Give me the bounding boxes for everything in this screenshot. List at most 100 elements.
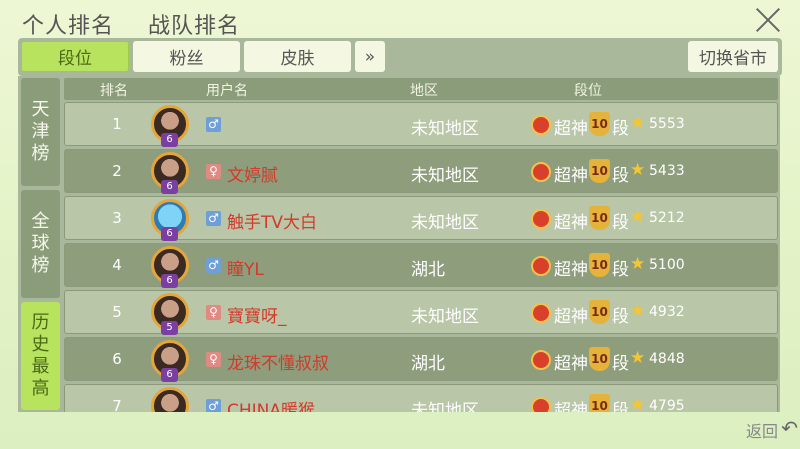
region: 未知地区	[411, 213, 479, 233]
rank-medal-icon	[531, 209, 551, 229]
table-row[interactable]: 5 5 ♀ 寶寶呀_ 未知地区 超神 10 段 ★ 4932	[64, 290, 778, 335]
rank-medal-icon	[531, 115, 551, 135]
score: 4795	[649, 398, 685, 412]
male-icon: ♂	[206, 211, 221, 226]
rank-number: 4	[112, 256, 122, 274]
star-icon: ★	[630, 395, 646, 412]
grade-name: 超神	[554, 166, 588, 186]
tab-team-ranking[interactable]: 战队排名	[148, 8, 240, 40]
back-button[interactable]: 返回	[746, 418, 778, 442]
star-icon: ★	[630, 207, 646, 227]
duan-label: 段	[612, 119, 629, 139]
region: 未知地区	[411, 307, 479, 327]
duan-label: 段	[612, 166, 629, 186]
duan-label: 段	[612, 354, 629, 374]
grade-name: 超神	[554, 401, 588, 412]
tier-shield-icon: 10	[589, 253, 610, 277]
rank-number: 5	[112, 303, 122, 321]
rank-medal-icon	[531, 397, 551, 412]
rank-medal-icon	[531, 162, 551, 182]
female-icon: ♀	[206, 305, 221, 320]
sub-tab-bar: 段位 粉丝 皮肤 » 切换省市	[18, 38, 782, 76]
rank-medal-icon	[531, 350, 551, 370]
table-row[interactable]: 3 6 ♂ 触手TV大白 未知地区 超神 10 段 ★ 5212	[64, 196, 778, 241]
score: 5433	[649, 163, 685, 179]
side-tab-global[interactable]: 全球榜	[21, 190, 60, 298]
star-icon: ★	[630, 254, 646, 274]
table-row[interactable]: 7 ♂ CHINA暖猴 未知地区 超神 10 段 ★ 4795	[64, 384, 778, 412]
duan-label: 段	[612, 307, 629, 327]
score: 5553	[649, 116, 685, 132]
duan-label: 段	[612, 260, 629, 280]
region: 未知地区	[411, 401, 479, 412]
tier-shield-icon: 10	[589, 159, 610, 183]
rank-number: 6	[112, 350, 122, 368]
score: 4932	[649, 304, 685, 320]
star-icon: ★	[630, 348, 646, 368]
duan-label: 段	[612, 401, 629, 412]
tier-shield-icon: 10	[589, 347, 610, 371]
male-icon: ♂	[206, 117, 221, 132]
male-icon: ♂	[206, 399, 221, 412]
level-badge: 6	[161, 180, 178, 194]
grade-name: 超神	[554, 307, 588, 327]
rank-medal-icon	[531, 256, 551, 276]
region: 未知地区	[411, 119, 479, 139]
switch-province-button[interactable]: 切换省市	[688, 41, 778, 72]
rank-number: 1	[112, 115, 122, 133]
username[interactable]: CHINA暖猴	[227, 396, 315, 412]
avatar[interactable]	[151, 387, 189, 412]
score: 5212	[649, 210, 685, 226]
table-row[interactable]: 1 6 ♂ 未知地区 超神 10 段 ★ 5553	[64, 102, 778, 147]
header-region: 地区	[410, 83, 438, 99]
header-user: 用户名	[206, 83, 248, 99]
star-icon: ★	[630, 113, 646, 133]
tier-shield-icon: 10	[589, 112, 610, 136]
table-row[interactable]: 2 6 ♀ 文婷腻 未知地区 超神 10 段 ★ 5433	[64, 149, 778, 194]
table-row[interactable]: 4 6 ♂ 瞳YL 湖北 超神 10 段 ★ 5100	[64, 243, 778, 288]
side-tab-history-best[interactable]: 历史最高	[21, 302, 60, 410]
username[interactable]: 龙珠不懂叔叔	[227, 349, 329, 374]
female-icon: ♀	[206, 164, 221, 179]
grade-name: 超神	[554, 260, 588, 280]
username[interactable]: 触手TV大白	[227, 208, 317, 233]
female-icon: ♀	[206, 352, 221, 367]
header-rank: 排名	[100, 83, 128, 99]
region: 湖北	[411, 260, 445, 280]
duan-label: 段	[612, 213, 629, 233]
side-tab-tianjin[interactable]: 天津榜	[21, 78, 60, 186]
male-icon: ♂	[206, 258, 221, 273]
ranking-table[interactable]: 排名 用户名 地区 段位 1 6 ♂ 未知地区 超神 10 段 ★ 5553 2…	[62, 76, 780, 412]
header-grade: 段位	[574, 83, 602, 99]
username[interactable]: 瞳YL	[227, 255, 264, 280]
username[interactable]: 寶寶呀_	[227, 302, 287, 327]
subtab-fans[interactable]: 粉丝	[133, 41, 240, 72]
region: 湖北	[411, 354, 445, 374]
region: 未知地区	[411, 166, 479, 186]
more-tabs-button[interactable]: »	[355, 41, 385, 72]
level-badge: 6	[161, 133, 178, 147]
star-icon: ★	[630, 160, 646, 180]
close-icon[interactable]	[754, 6, 782, 34]
rank-number: 7	[112, 397, 122, 412]
tier-shield-icon: 10	[589, 206, 610, 230]
username[interactable]: 文婷腻	[227, 161, 278, 186]
star-icon: ★	[630, 301, 646, 321]
level-badge: 6	[161, 227, 178, 241]
tier-shield-icon: 10	[589, 300, 610, 324]
side-tabs: 天津榜 全球榜 历史最高	[18, 76, 62, 412]
level-badge: 5	[161, 321, 178, 335]
rank-medal-icon	[531, 303, 551, 323]
table-header: 排名 用户名 地区 段位	[64, 78, 778, 100]
tier-shield-icon: 10	[589, 394, 610, 412]
score: 4848	[649, 351, 685, 367]
table-row[interactable]: 6 6 ♀ 龙珠不懂叔叔 湖北 超神 10 段 ★ 4848	[64, 337, 778, 382]
level-badge: 6	[161, 368, 178, 382]
subtab-rank[interactable]: 段位	[21, 41, 129, 72]
grade-name: 超神	[554, 354, 588, 374]
back-arrow-icon[interactable]: ↶	[781, 416, 798, 440]
subtab-skin[interactable]: 皮肤	[244, 41, 351, 72]
score: 5100	[649, 257, 685, 273]
level-badge: 6	[161, 274, 178, 288]
grade-name: 超神	[554, 213, 588, 233]
